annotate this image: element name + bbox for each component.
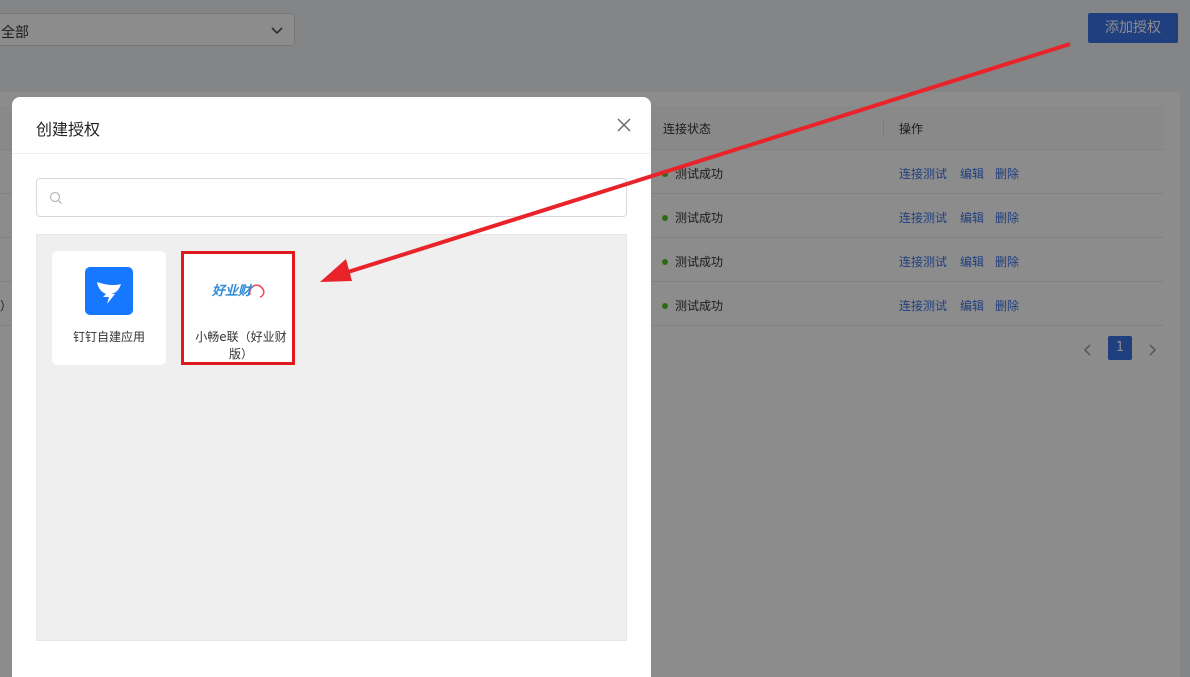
dialog-title: 创建授权 — [36, 120, 101, 139]
haoyecai-logo: 好业财 — [211, 283, 265, 299]
search-icon — [49, 191, 62, 204]
app-card-haoyecai[interactable]: 好业财 小畅e联（好业财版） — [181, 251, 295, 365]
dialog-divider — [12, 153, 651, 154]
app-card-label: 小畅e联（好业财版） — [195, 330, 287, 361]
app-search-box[interactable] — [36, 178, 627, 217]
app-card-dingtalk[interactable]: 钉钉自建应用 — [52, 251, 166, 365]
app-grid: 钉钉自建应用 好业财 小畅e联（好业财版） — [36, 234, 627, 641]
app-search-input[interactable] — [73, 185, 613, 211]
close-icon[interactable] — [615, 116, 633, 134]
create-authorization-dialog: 创建授权 钉钉自建应用 好业财 小畅e联（好业财版） — [12, 97, 651, 677]
svg-text:好业财: 好业财 — [211, 283, 253, 299]
app-card-label: 钉钉自建应用 — [72, 330, 145, 344]
dingtalk-icon — [85, 267, 133, 315]
